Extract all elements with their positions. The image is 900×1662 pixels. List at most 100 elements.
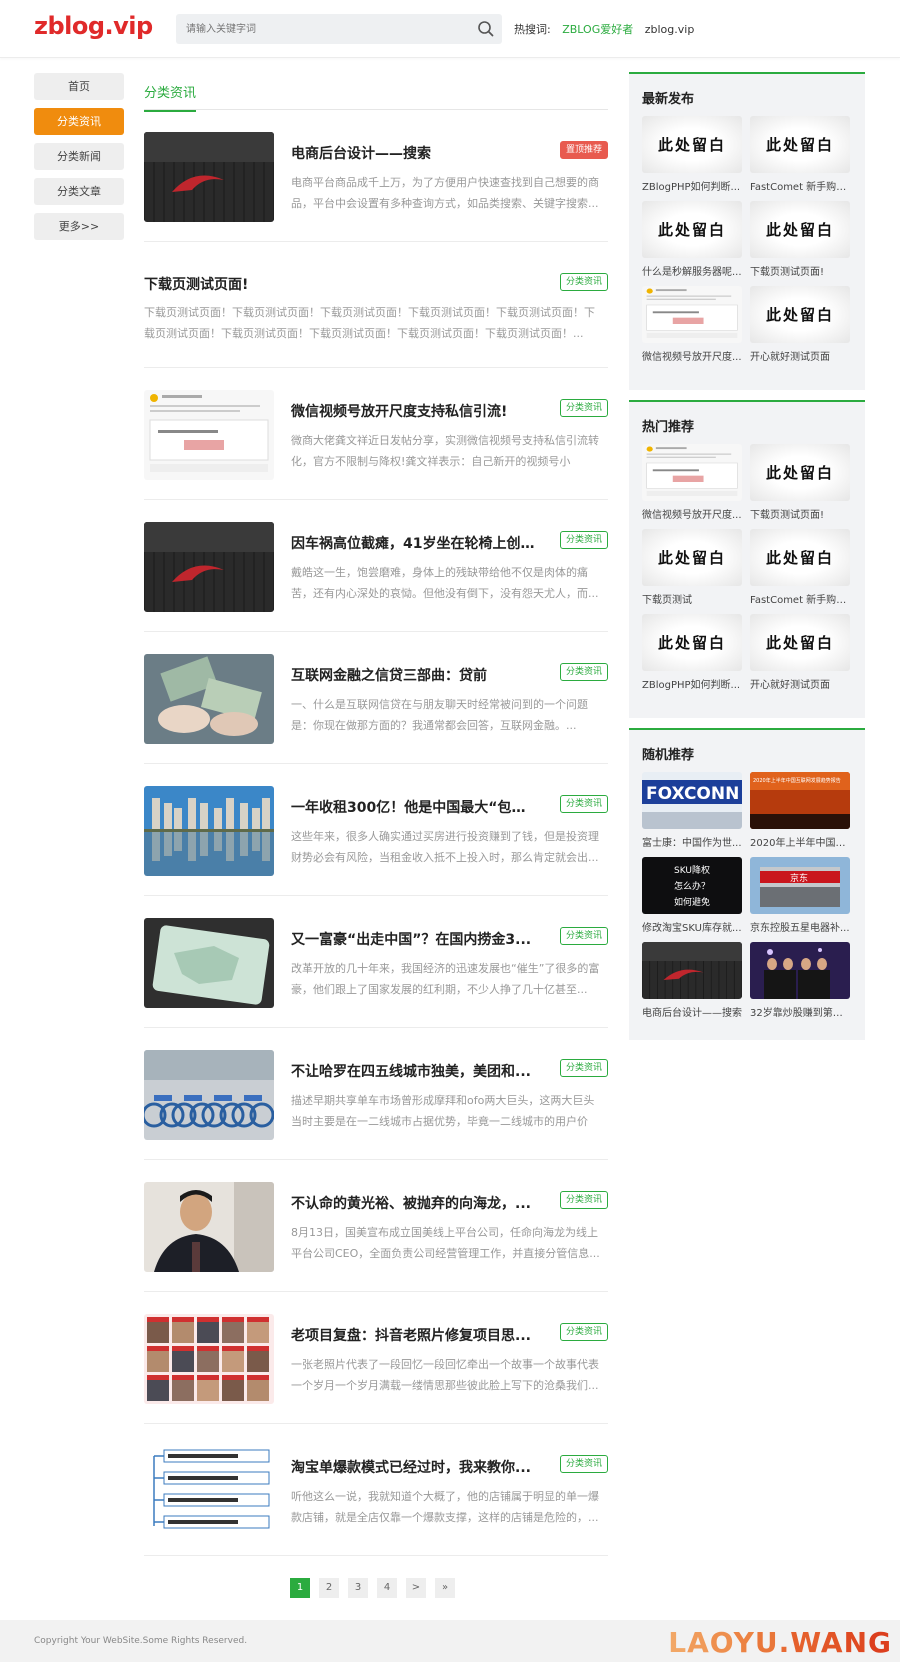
sidebar-post-image[interactable]: 此处留白: [642, 116, 742, 173]
article-thumbnail[interactable]: [144, 1446, 274, 1536]
list-item[interactable]: 微信视频号放开尺度支持私信引流! 分类资讯 微商大佬龚文祥近日发帖分享，实测微信视频…: [144, 368, 608, 500]
article-title[interactable]: 又一富豪“出走中国”？在国内捞金3...: [291, 929, 536, 949]
article-thumbnail[interactable]: [144, 1182, 274, 1272]
sidebar-post[interactable]: 微信视频号放开尺度...: [642, 286, 742, 363]
category-badge[interactable]: 分类资讯: [559, 399, 608, 417]
article-title[interactable]: 不认命的黄光裕、被抛弃的向海龙，...: [291, 1193, 536, 1213]
page-link[interactable]: 2: [319, 1578, 339, 1598]
hot-word-link[interactable]: zblog.vip: [645, 23, 695, 36]
sidebar-post-image[interactable]: 此处留白: [642, 201, 742, 258]
page-last[interactable]: »: [435, 1578, 455, 1598]
site-logo[interactable]: zblog.vip: [34, 12, 153, 40]
article-title[interactable]: 老项目复盘：抖音老照片修复项目思...: [291, 1325, 536, 1345]
hot-word-link[interactable]: ZBLOG爱好者: [562, 23, 633, 36]
sidebar-post-title[interactable]: 32岁靠炒股赚到第一...: [750, 1004, 850, 1019]
sidebar-post-title[interactable]: 修改淘宝SKU库存就...: [642, 919, 742, 934]
sidebar-post-title[interactable]: 下载页测试: [642, 591, 742, 606]
sidebar-post[interactable]: 此处留白 下载页测试页面!: [750, 444, 850, 521]
list-item[interactable]: 电商后台设计——搜索 置顶推荐 电商平台商品成千上万，为了方便用户快速查找到自己想要…: [144, 110, 608, 242]
sidebar-post-image[interactable]: 此处留白: [750, 286, 850, 343]
article-title[interactable]: 下载页测试页面!: [144, 274, 389, 294]
sidebar-post-title[interactable]: ZBlogPHP如何判断...: [642, 178, 742, 193]
article-title[interactable]: 不让哈罗在四五线城市独美，美团和...: [291, 1061, 536, 1081]
category-badge[interactable]: 分类资讯: [559, 531, 608, 549]
sidebar-post-title[interactable]: 开心就好测试页面: [750, 348, 850, 363]
sidebar-post-image[interactable]: 此处留白: [750, 614, 850, 671]
article-thumbnail[interactable]: [144, 390, 274, 480]
article-thumbnail[interactable]: [144, 918, 274, 1008]
sidebar-post[interactable]: 此处留白 开心就好测试页面: [750, 286, 850, 363]
list-item[interactable]: 因车祸高位截瘫，41岁坐在轮椅上创... 分类资讯 戴皓这一生，饱尝磨难，身体上的残…: [144, 500, 608, 632]
sidebar-post-image[interactable]: 此处留白: [750, 444, 850, 501]
page-link[interactable]: 3: [348, 1578, 368, 1598]
sidebar-post-title[interactable]: FastComet 新手购买...: [750, 178, 850, 193]
list-item[interactable]: 不让哈罗在四五线城市独美，美团和... 分类资讯 描述早期共享单车市场曾形成摩拜和o…: [144, 1028, 608, 1160]
sidebar-post-image[interactable]: [642, 942, 742, 999]
search-icon[interactable]: [476, 19, 496, 39]
list-item[interactable]: 一年收租300亿！他是中国最大“包租... 分类资讯 这些年来，很多人确实通过买房进…: [144, 764, 608, 896]
sidebar-post-title[interactable]: 什么是秒解服务器呢...: [642, 263, 742, 278]
tab-category-news[interactable]: 分类资讯: [144, 82, 197, 112]
sidebar-post[interactable]: 京东 京东控股五星电器补...: [750, 857, 850, 934]
sidebar-post-image[interactable]: [642, 286, 742, 343]
list-item[interactable]: 互联网金融之信贷三部曲：贷前 分类资讯 一、什么是互联网信贷在与朋友聊天时经常被问到…: [144, 632, 608, 764]
list-item[interactable]: 老项目复盘：抖音老照片修复项目思... 分类资讯 一张老照片代表了一段回忆一段回忆牵…: [144, 1292, 608, 1424]
article-title[interactable]: 因车祸高位截瘫，41岁坐在轮椅上创...: [291, 533, 536, 553]
sidebar-post-title[interactable]: FastComet 新手购买...: [750, 591, 850, 606]
category-badge[interactable]: 分类资讯: [559, 927, 608, 945]
sidebar-post[interactable]: 此处留白 ZBlogPHP如何判断...: [642, 614, 742, 691]
article-title[interactable]: 一年收租300亿！他是中国最大“包租...: [291, 797, 536, 817]
sidebar-post-title[interactable]: 电商后台设计——搜索: [642, 1004, 742, 1019]
nav-category-articles[interactable]: 分类文章: [34, 178, 124, 205]
list-item[interactable]: 下载页测试页面! 分类资讯 下载页测试页面！下载页测试页面！下载页测试页面！下载页测…: [144, 242, 608, 368]
article-thumbnail[interactable]: [144, 132, 274, 222]
sidebar-post-title[interactable]: 富士康：中国作为世...: [642, 834, 742, 849]
list-item[interactable]: 淘宝单爆款模式已经过时，我来教你... 分类资讯 听他这么一说，我就知道个大概了，他…: [144, 1424, 608, 1556]
article-thumbnail[interactable]: [144, 522, 274, 612]
article-title[interactable]: 微信视频号放开尺度支持私信引流!: [291, 401, 536, 421]
article-title[interactable]: 互联网金融之信贷三部曲：贷前: [291, 665, 536, 685]
sidebar-post[interactable]: 2020年上半年中国互联网发展趋势报告 2020年上半年中国互...: [750, 772, 850, 849]
nav-more[interactable]: 更多>>: [34, 213, 124, 240]
sidebar-post[interactable]: 电商后台设计——搜索: [642, 942, 742, 1019]
sidebar-post-title[interactable]: 微信视频号放开尺度...: [642, 348, 742, 363]
sidebar-post-image[interactable]: FOXCONN: [642, 772, 742, 829]
sidebar-post[interactable]: FOXCONN 富士康：中国作为世...: [642, 772, 742, 849]
category-badge[interactable]: 分类资讯: [559, 1323, 608, 1341]
nav-category-press[interactable]: 分类新闻: [34, 143, 124, 170]
article-thumbnail[interactable]: [144, 786, 274, 876]
nav-home[interactable]: 首页: [34, 73, 124, 100]
sidebar-post[interactable]: SKU降权 怎么办？ 如何避免 修改淘宝SKU库存就...: [642, 857, 742, 934]
search-input[interactable]: [176, 14, 466, 44]
category-badge[interactable]: 置顶推荐: [559, 141, 608, 159]
sidebar-post[interactable]: 此处留白 FastComet 新手购买...: [750, 529, 850, 606]
sidebar-post[interactable]: 此处留白 ZBlogPHP如何判断...: [642, 116, 742, 193]
sidebar-post-image[interactable]: SKU降权 怎么办？ 如何避免: [642, 857, 742, 914]
sidebar-post-title[interactable]: ZBlogPHP如何判断...: [642, 676, 742, 691]
sidebar-post-image[interactable]: [750, 942, 850, 999]
sidebar-post-image[interactable]: 此处留白: [750, 116, 850, 173]
category-badge[interactable]: 分类资讯: [559, 1455, 608, 1473]
category-badge[interactable]: 分类资讯: [559, 1191, 608, 1209]
page-next[interactable]: >: [406, 1578, 426, 1598]
article-thumbnail[interactable]: [144, 654, 274, 744]
sidebar-post-image[interactable]: 此处留白: [750, 529, 850, 586]
sidebar-post[interactable]: 微信视频号放开尺度...: [642, 444, 742, 521]
sidebar-post-title[interactable]: 下载页测试页面!: [750, 506, 850, 521]
sidebar-post[interactable]: 此处留白 下载页测试页面!: [750, 201, 850, 278]
nav-category-news[interactable]: 分类资讯: [34, 108, 124, 135]
sidebar-post[interactable]: 32岁靠炒股赚到第一...: [750, 942, 850, 1019]
sidebar-post-title[interactable]: 2020年上半年中国互...: [750, 834, 850, 849]
sidebar-post[interactable]: 此处留白 FastComet 新手购买...: [750, 116, 850, 193]
sidebar-post-image[interactable]: 此处留白: [642, 529, 742, 586]
sidebar-post-title[interactable]: 微信视频号放开尺度...: [642, 506, 742, 521]
sidebar-post[interactable]: 此处留白 开心就好测试页面: [750, 614, 850, 691]
sidebar-post-image[interactable]: 此处留白: [642, 614, 742, 671]
category-badge[interactable]: 分类资讯: [559, 1059, 608, 1077]
sidebar-post-title[interactable]: 开心就好测试页面: [750, 676, 850, 691]
sidebar-post-title[interactable]: 京东控股五星电器补...: [750, 919, 850, 934]
list-item[interactable]: 不认命的黄光裕、被抛弃的向海龙，... 分类资讯 8月13日，国美宣布成立国美线上平…: [144, 1160, 608, 1292]
article-thumbnail[interactable]: [144, 1050, 274, 1140]
category-badge[interactable]: 分类资讯: [559, 663, 608, 681]
sidebar-post-image[interactable]: [642, 444, 742, 501]
